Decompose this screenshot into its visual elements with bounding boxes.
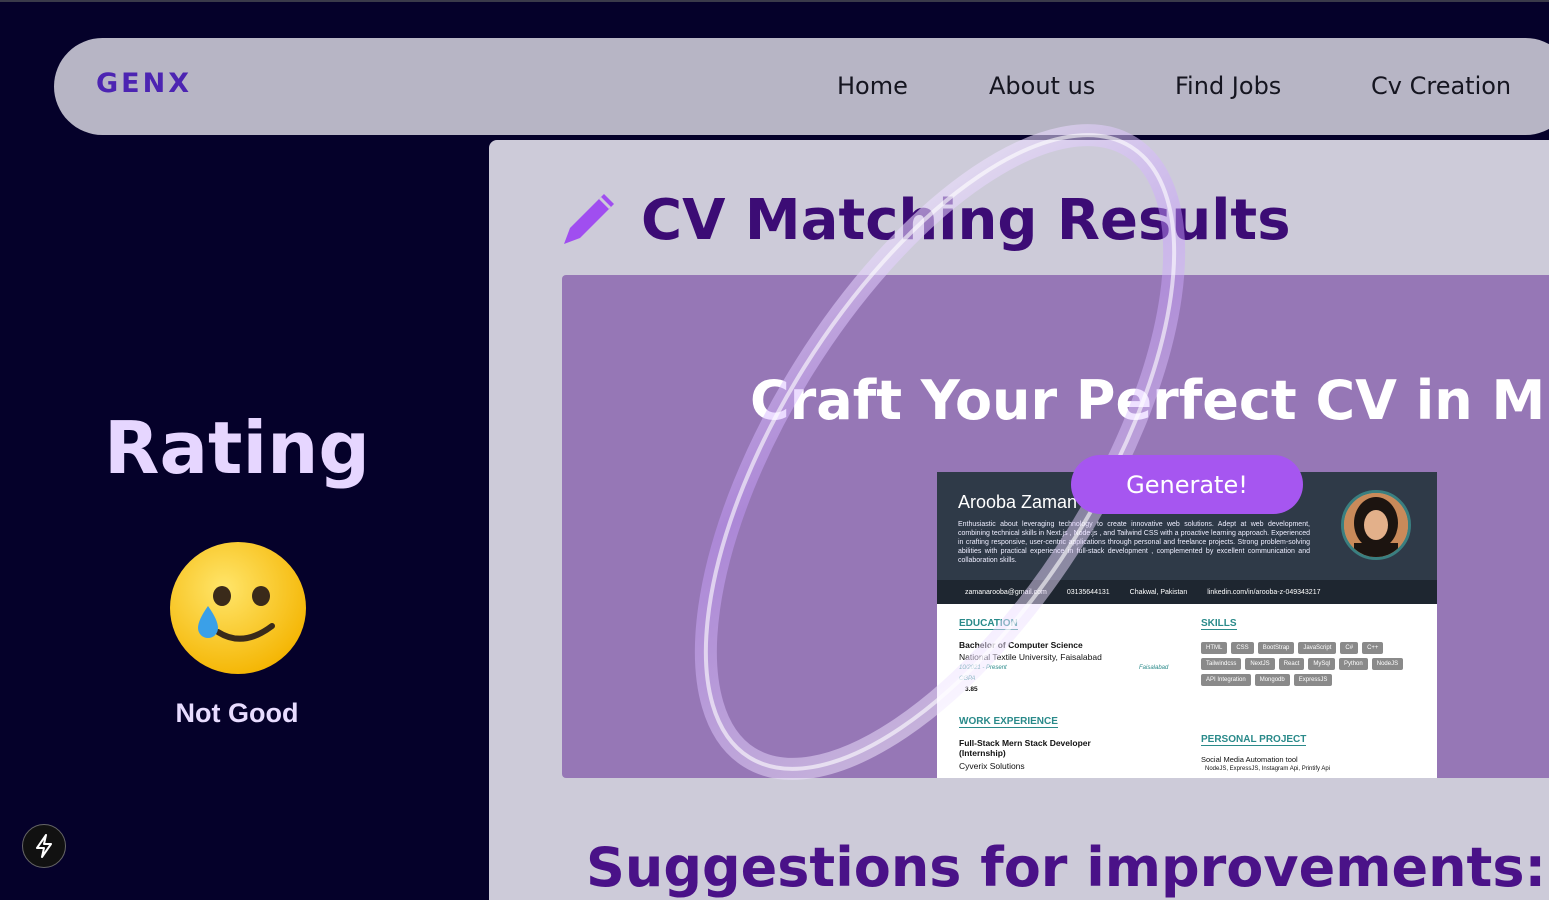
flash-button[interactable]: [22, 824, 66, 868]
avatar: [1341, 490, 1411, 560]
cv-degree: Bachelor of Computer Science: [959, 640, 1083, 650]
skill-tag: Mongodb: [1254, 674, 1290, 686]
cv-summary: Enthusiastic about leveraging technology…: [958, 521, 1310, 564]
cv-location: Chakwal, Pakistan: [1129, 588, 1188, 596]
skill-tag: HTML: [1201, 642, 1228, 654]
skill-tag: C#: [1340, 642, 1359, 654]
navbar: [54, 38, 1549, 135]
cv-project-heading: PERSONAL PROJECT: [1201, 734, 1307, 746]
results-title: CV Matching Results: [641, 188, 1291, 253]
cv-name: Arooba Zaman: [958, 492, 1078, 512]
cv-edu-city: Faisalabad: [1139, 665, 1169, 671]
cv-project-title: Social Media Automation tool: [1201, 755, 1298, 764]
skill-tag: Python: [1339, 658, 1368, 670]
pencil-icon: [564, 194, 614, 244]
cv-edu-dates: 10/2021 - Present: [959, 665, 1007, 671]
banner-heading: Craft Your Perfect CV in Minute: [750, 369, 1549, 432]
skill-tag: NextJS: [1245, 658, 1275, 670]
skill-tag: NodeJS: [1371, 658, 1404, 670]
cv-cgpa: 3.85: [965, 686, 978, 693]
cv-phone: 03135644131: [1066, 588, 1110, 596]
nav-link-about[interactable]: About us: [989, 72, 1095, 100]
lightning-icon: [36, 834, 52, 858]
skill-tag: API Integration: [1201, 674, 1251, 686]
logo[interactable]: GENX: [96, 68, 192, 99]
nav-link-cv-creation[interactable]: Cv Creation: [1371, 72, 1511, 100]
skill-tag: BootStrap: [1257, 642, 1295, 654]
cv-contact-bar: zamanarooba@gmail.com 03135644131 Chakwa…: [937, 580, 1437, 604]
skill-tag: C++: [1362, 642, 1384, 654]
nav-link-home[interactable]: Home: [837, 72, 908, 100]
cv-company: Cyverix Solutions: [959, 761, 1025, 771]
crying-smile-emoji-icon: [170, 542, 306, 674]
cv-cgpa-label: CGPA: [959, 676, 976, 682]
generate-button[interactable]: Generate!: [1071, 455, 1303, 514]
skill-tag: ExpressJS: [1293, 674, 1333, 686]
cv-education-heading: EDUCATION: [959, 618, 1018, 630]
cv-skills-heading: SKILLS: [1201, 618, 1237, 630]
skill-tag: CSS: [1231, 642, 1254, 654]
rating-label: Not Good: [175, 698, 299, 728]
cv-project-stack: NodeJS, ExpressJS, Instagram Api, Printi…: [1205, 766, 1331, 772]
rating-title: Rating: [104, 406, 370, 490]
cv-preview: Arooba Zaman Enthusiastic about leveragi…: [937, 472, 1437, 778]
nav-link-find-jobs[interactable]: Find Jobs: [1175, 72, 1281, 100]
skill-tag: Tailwindcss: [1201, 658, 1242, 670]
skill-tag: React: [1278, 658, 1305, 670]
cv-email: zamanarooba@gmail.com: [965, 588, 1047, 596]
cv-university: National Textile University, Faisalabad: [959, 652, 1102, 662]
skill-tag: JavaScript: [1298, 642, 1337, 654]
cv-job-title: Full-Stack Mern Stack Developer (Interns…: [959, 738, 1091, 758]
cv-linkedin: linkedin.com/in/arooba-z-049343217: [1207, 588, 1321, 596]
skill-tag: MySql: [1308, 658, 1336, 670]
cv-skill-tags: HTML CSS BootStrap JavaScript C# C++ Tai…: [1201, 642, 1421, 686]
cv-work-heading: WORK EXPERIENCE: [959, 716, 1058, 728]
profile-photo-icon: [1344, 493, 1408, 557]
